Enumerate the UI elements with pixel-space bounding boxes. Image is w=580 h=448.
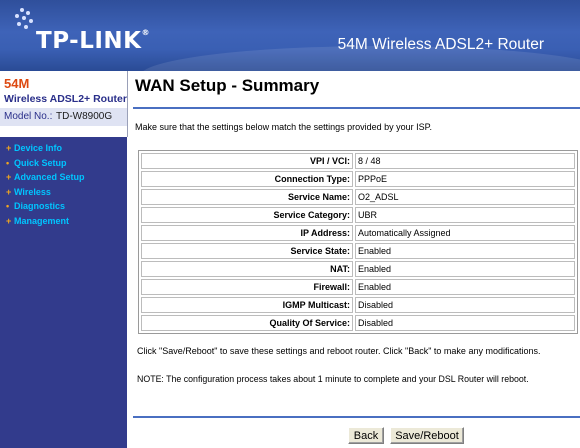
header-banner: TP-LINK® 54M Wireless ADSL2+ Router — [0, 0, 580, 71]
summary-value-quality-of-service: Disabled — [355, 315, 575, 331]
bullet-icon: • — [6, 201, 10, 211]
model-number-label: Model No.: — [4, 111, 53, 122]
back-button[interactable]: Back — [348, 427, 384, 444]
summary-label-nat: NAT: — [141, 261, 353, 277]
save-instructions-text: Click "Save/Reboot" to save these settin… — [137, 346, 541, 356]
summary-value-firewall: Enabled — [355, 279, 575, 295]
page-title: WAN Setup - Summary — [135, 76, 320, 95]
summary-label-igmp-multicast: IGMP Multicast: — [141, 297, 353, 313]
model-number-value: TD-W8900G — [56, 111, 113, 122]
summary-value-service-category: UBR — [355, 207, 575, 223]
table-row: NAT: Enabled — [141, 261, 575, 277]
sidebar-item-quick-setup[interactable]: • Quick Setup — [6, 158, 85, 173]
summary-value-vpi-vci: 8 / 48 — [355, 153, 575, 169]
config-note-text: NOTE: The configuration process takes ab… — [137, 374, 529, 384]
summary-label-ip-address: IP Address: — [141, 225, 353, 241]
expand-plus-icon: + — [6, 186, 12, 197]
summary-label-service-name: Service Name: — [141, 189, 353, 205]
summary-label-service-state: Service State: — [141, 243, 353, 259]
summary-label-quality-of-service: Quality Of Service: — [141, 315, 353, 331]
table-row: Connection Type: PPPoE — [141, 171, 575, 187]
tp-link-logo: TP-LINK® — [36, 28, 150, 54]
sidebar-item-diagnostics[interactable]: • Diagnostics — [6, 201, 85, 216]
summary-value-connection-type: PPPoE — [355, 171, 575, 187]
expand-plus-icon: + — [6, 215, 12, 226]
table-row: VPI / VCI: 8 / 48 — [141, 153, 575, 169]
table-row: Service Name: O2_ADSL — [141, 189, 575, 205]
save-reboot-button[interactable]: Save/Reboot — [390, 427, 464, 444]
summary-value-service-name: O2_ADSL — [355, 189, 575, 205]
header-product-title: 54M Wireless ADSL2+ Router — [337, 36, 544, 53]
summary-value-ip-address: Automatically Assigned — [355, 225, 575, 241]
summary-label-connection-type: Connection Type: — [141, 171, 353, 187]
sidebar-item-device-info[interactable]: + Device Info — [6, 143, 85, 158]
table-row: IP Address: Automatically Assigned — [141, 225, 575, 241]
sidebar-item-management[interactable]: + Management — [6, 216, 85, 231]
table-row: Service State: Enabled — [141, 243, 575, 259]
intro-text: Make sure that the settings below match … — [135, 122, 432, 132]
sidebar-item-wireless[interactable]: + Wireless — [6, 187, 85, 202]
table-row: Firewall: Enabled — [141, 279, 575, 295]
expand-plus-icon: + — [6, 172, 12, 182]
logo-dots-icon — [12, 8, 34, 30]
table-row: IGMP Multicast: Disabled — [141, 297, 575, 313]
summary-label-service-category: Service Category: — [141, 207, 353, 223]
footer-divider — [133, 416, 580, 418]
summary-value-service-state: Enabled — [355, 243, 575, 259]
wan-summary-table: VPI / VCI: 8 / 48 Connection Type: PPPoE S… — [138, 150, 578, 334]
sidebar-item-advanced-setup[interactable]: + Advanced Setup — [6, 172, 85, 187]
summary-label-firewall: Firewall: — [141, 279, 353, 295]
summary-label-vpi-vci: VPI / VCI: — [141, 153, 353, 169]
table-row: Service Category: UBR — [141, 207, 575, 223]
table-row: Quality Of Service: Disabled — [141, 315, 575, 331]
sidebar: + Device Info • Quick Setup + Advanced Setu… — [0, 137, 127, 448]
summary-value-nat: Enabled — [355, 261, 575, 277]
brand-product-name: Wireless ADSL2+ Router — [4, 93, 127, 105]
expand-plus-icon: + — [6, 143, 12, 153]
summary-value-igmp-multicast: Disabled — [355, 297, 575, 313]
title-divider — [133, 107, 580, 109]
bullet-icon: • — [6, 157, 10, 168]
sidebar-nav: + Device Info • Quick Setup + Advanced Setu… — [6, 143, 85, 230]
brand-speed: 54M — [4, 76, 30, 91]
